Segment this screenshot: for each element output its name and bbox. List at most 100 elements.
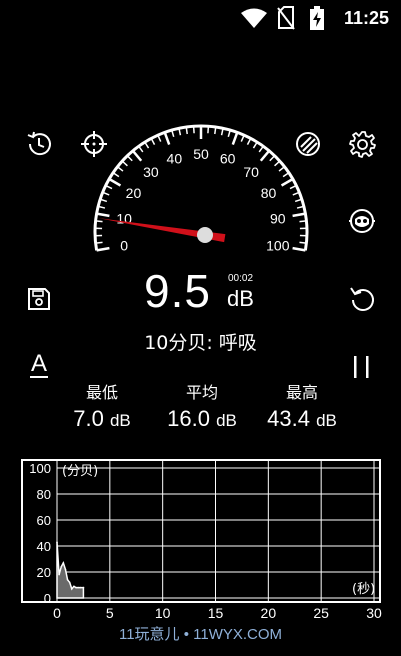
gauge-tick (269, 155, 276, 162)
gauge-tick (280, 177, 294, 187)
chart-y-tick: 80 (37, 487, 51, 502)
chart-y-tick: 100 (29, 461, 51, 476)
chart-x-tick: 25 (313, 605, 329, 621)
min-number: 7.0 (73, 406, 104, 431)
sound-gauge: 010203040 50 60708090100 (93, 124, 309, 254)
db-reading: 9.5 (144, 265, 211, 317)
save-button[interactable] (22, 282, 56, 316)
chart-x-tick: 15 (208, 605, 224, 621)
chart-x-tick: 5 (106, 605, 114, 621)
gauge-tick (259, 149, 271, 162)
calibration-icon (349, 209, 375, 233)
gauge-label: 40 (167, 151, 183, 167)
db-unit: dB (227, 286, 254, 311)
chart-y-tick: 60 (37, 513, 51, 528)
settings-icon (349, 131, 376, 158)
reset-icon (350, 287, 374, 311)
chart-point (77, 586, 79, 589)
chart-y-label: (分贝) (62, 464, 98, 479)
history-chart: 100 80 60 40 20 0 0 5 10 15 20 25 30 (分贝) (秒) (21, 459, 382, 621)
gauge-tick (258, 145, 264, 153)
max-number: 43.4 (267, 406, 310, 431)
status-time: 11:25 (343, 8, 389, 28)
gauge-tick (185, 126, 188, 135)
gauge-tick (246, 138, 252, 145)
gauge-tick (289, 184, 297, 190)
gauge-tick (95, 220, 103, 223)
gauge-tick (214, 126, 217, 135)
gauge-tick (252, 141, 258, 149)
gauge-tick (231, 131, 239, 146)
gauge-tick (292, 212, 306, 218)
footer-watermark: 11玩意儿 • 11WYX.COM (118, 626, 283, 643)
weighting-icon: A (29, 352, 48, 378)
gauge-tick (274, 160, 281, 167)
gauge-tick (126, 155, 133, 162)
gauge-tick (112, 172, 120, 178)
gauge-tick (138, 145, 144, 153)
status-bar: 11:25 (0, 0, 401, 38)
chart-x-tick: 0 (53, 605, 61, 621)
history-icon (27, 131, 51, 156)
gauge-tick (105, 184, 113, 190)
history-button[interactable] (22, 127, 56, 161)
chart-point (62, 562, 65, 564)
chart-x-tick: 30 (366, 605, 382, 621)
chart-point (68, 581, 71, 584)
gauge-tick (144, 141, 150, 149)
gauge-label: 30 (143, 164, 159, 180)
chart-x-tick: 20 (261, 605, 277, 621)
chart-point (60, 566, 63, 568)
chart-x-label: (秒) (352, 582, 375, 597)
chart-point (75, 586, 77, 589)
gauge-tick (292, 246, 306, 252)
gauge-label: 50 (193, 146, 209, 162)
chart-x-tick: 10 (155, 605, 171, 621)
min-unit: dB (109, 411, 131, 430)
gauge-label: 90 (270, 210, 286, 226)
gauge-label: 20 (126, 185, 142, 201)
gauge-tick (299, 241, 307, 244)
gauge-tick (150, 138, 156, 145)
gauge-label: 0 (120, 238, 128, 254)
settings-button[interactable] (345, 127, 379, 161)
chart-y-tick: 0 (44, 591, 51, 606)
gauge-tick (163, 131, 171, 146)
chart-point (73, 585, 75, 588)
calibration-button[interactable] (345, 204, 379, 238)
max-value: 43.4 dB (247, 406, 357, 432)
gauge-tick (99, 198, 108, 203)
chart-y-tick: 20 (37, 565, 51, 580)
chart-point (79, 586, 82, 589)
chart-point (64, 568, 67, 571)
chart-point (70, 588, 73, 590)
gauge-tick (108, 177, 122, 187)
gauge-label: 60 (220, 151, 236, 167)
no-sim-icon (277, 6, 295, 30)
battery-charging-icon (310, 6, 324, 30)
pause-icon (354, 356, 369, 378)
chart-point (82, 586, 85, 589)
elapsed-timer: 00:02 (228, 273, 254, 284)
gauge-tick (294, 198, 303, 203)
avg-unit: dB (216, 411, 237, 430)
gauge-tick (117, 166, 124, 172)
max-label: 最高 (285, 383, 318, 402)
chart-point (66, 579, 69, 581)
avg-value: 16.0 dB (147, 406, 257, 432)
chart-y-tick: 40 (37, 539, 51, 554)
gauge-label: 80 (261, 185, 277, 201)
gauge-tick (299, 220, 307, 223)
gauge-tick (131, 149, 143, 162)
gauge-tick (96, 212, 110, 218)
reset-button[interactable] (345, 282, 379, 316)
chart-point (58, 573, 60, 576)
gauge-tick (96, 246, 110, 252)
gauge-hub (197, 227, 213, 243)
max-unit: dB (316, 411, 337, 430)
min-value: 7.0 dB (47, 406, 157, 432)
gauge-tick (95, 241, 103, 244)
avg-number: 16.0 (167, 406, 210, 431)
gauge-tick (278, 166, 285, 172)
chart-point (56, 541, 58, 543)
